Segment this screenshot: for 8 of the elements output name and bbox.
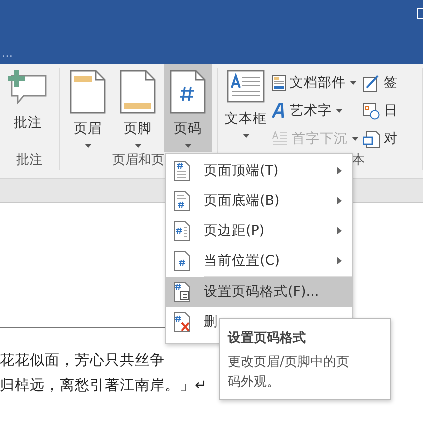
tooltip-text: 更改页眉/页脚中的页码外观。 [228,354,350,392]
overflow-dots: … [2,48,13,60]
document-text: 归棹远，离愁引著江南岸。」↵ [0,376,208,396]
tooltip-title: 设置页码格式 [228,330,307,347]
document-text: 花花似面，芳心只共丝争 [0,352,165,371]
group-label: 批注 [16,152,42,170]
group-label: 本 [352,152,365,170]
group-label: 页眉和页 [112,152,164,170]
